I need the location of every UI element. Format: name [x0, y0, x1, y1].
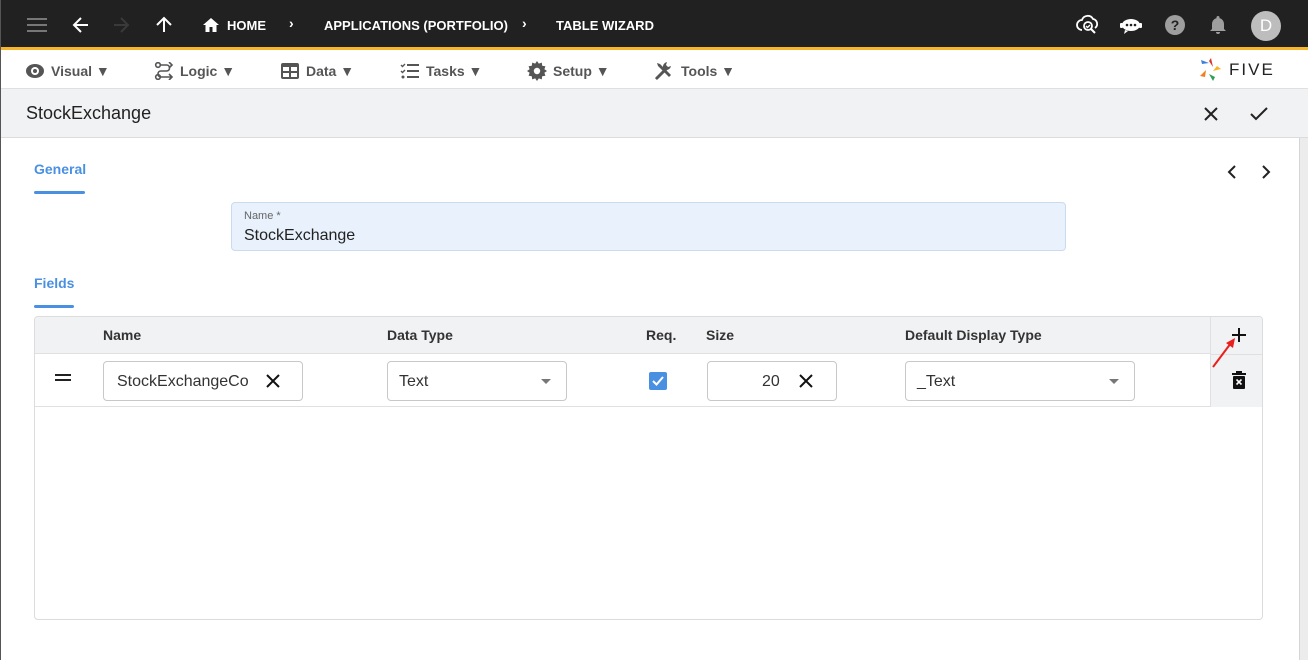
column-header-name: Name [103, 327, 142, 343]
menu-tools[interactable]: Tools ▼ [655, 61, 735, 81]
column-header-default-display-type: Default Display Type [905, 327, 1042, 343]
cloud-search-icon[interactable] [1076, 13, 1100, 37]
dropdown-caret-icon [1109, 379, 1119, 384]
default-display-type-value: _Text [917, 373, 956, 390]
back-arrow-icon[interactable] [69, 13, 93, 37]
menu-tasks-label: Tasks ▼ [426, 63, 483, 79]
breadcrumb-home[interactable]: HOME [227, 18, 266, 33]
svg-text:?: ? [1171, 17, 1180, 33]
drag-handle-icon[interactable] [55, 374, 71, 384]
default-display-type-select[interactable]: _Text [905, 361, 1135, 401]
tab-general-indicator [34, 191, 85, 194]
clear-icon[interactable] [797, 372, 815, 390]
app-bar: HOME › APPLICATIONS (PORTFOLIO) › TABLE … [1, 0, 1308, 50]
menu-logic[interactable]: Logic ▼ [154, 61, 235, 81]
menu-tasks[interactable]: Tasks ▼ [400, 61, 482, 81]
dropdown-caret-icon [541, 379, 551, 384]
logic-flow-icon [154, 62, 174, 80]
field-name-input[interactable]: StockExchangeCo [103, 361, 303, 401]
gear-icon [527, 61, 547, 81]
table-header: Name Data Type Req. Size Default Display… [35, 317, 1262, 354]
name-field[interactable]: Name * [231, 202, 1066, 251]
menu-logic-label: Logic ▼ [180, 63, 236, 79]
data-type-select[interactable]: Text [387, 361, 567, 401]
menu-setup[interactable]: Setup ▼ [527, 61, 610, 81]
close-icon [1204, 107, 1218, 121]
save-button[interactable] [1247, 102, 1271, 126]
table-row: StockExchangeCo Text 20 _Text [35, 354, 1262, 407]
five-logo: FIVE [1199, 56, 1275, 84]
column-header-data-type: Data Type [387, 327, 453, 343]
table-grid-icon [281, 63, 299, 79]
checklist-icon [400, 63, 419, 79]
delete-field-button[interactable] [1232, 371, 1246, 389]
add-field-button[interactable] [1231, 327, 1247, 343]
fields-table: Name Data Type Req. Size Default Display… [34, 316, 1263, 620]
breadcrumb-applications[interactable]: APPLICATIONS (PORTFOLIO) [324, 18, 508, 33]
size-input[interactable]: 20 [707, 361, 837, 401]
name-field-label: Name * [244, 210, 281, 222]
five-star-logo-icon [1200, 58, 1221, 81]
menu-data[interactable]: Data ▼ [280, 61, 354, 81]
column-header-size: Size [706, 327, 735, 343]
eye-icon [26, 64, 44, 78]
cancel-button[interactable] [1199, 102, 1223, 126]
chatbot-icon[interactable] [1119, 13, 1143, 37]
menu-bar: Visual ▼ Logic ▼ Data ▼ Tasks ▼ Setup ▼ … [1, 53, 1308, 89]
tab-general[interactable]: General [34, 161, 86, 177]
check-icon [652, 376, 664, 386]
row-actions-column [1210, 317, 1262, 407]
field-name-value: StockExchangeCo [117, 373, 249, 390]
breadcrumb-separator: › [522, 15, 527, 31]
home-icon[interactable] [199, 13, 223, 37]
menu-setup-label: Setup ▼ [553, 63, 610, 79]
divider [1211, 354, 1262, 355]
avatar[interactable]: D [1251, 11, 1281, 41]
chevron-right-icon [1262, 165, 1271, 179]
tab-fields[interactable]: Fields [34, 275, 74, 291]
breadcrumb-table-wizard[interactable]: TABLE WIZARD [556, 18, 654, 33]
menu-tools-label: Tools ▼ [681, 63, 736, 79]
menu-icon[interactable] [25, 13, 49, 37]
data-type-value: Text [399, 373, 429, 390]
tools-icon [655, 62, 671, 81]
scrollbar[interactable] [1299, 138, 1308, 660]
required-checkbox[interactable] [649, 372, 667, 390]
column-header-required: Req. [646, 327, 677, 343]
notification-bell-icon[interactable] [1206, 13, 1230, 37]
menu-visual[interactable]: Visual ▼ [25, 61, 110, 81]
clear-icon[interactable] [264, 372, 282, 390]
form-title-bar: StockExchange [1, 89, 1308, 138]
logo-text: FIVE [1229, 60, 1275, 79]
up-arrow-icon[interactable] [152, 13, 176, 37]
menu-visual-label: Visual ▼ [51, 63, 110, 79]
tab-fields-indicator [34, 305, 74, 308]
check-icon [1250, 107, 1268, 121]
name-input[interactable] [244, 227, 1044, 245]
help-icon[interactable]: ? [1163, 13, 1187, 37]
next-button[interactable] [1256, 162, 1276, 182]
size-value: 20 [762, 373, 780, 390]
breadcrumb-separator: › [289, 15, 294, 31]
forward-arrow-icon[interactable] [109, 13, 133, 37]
previous-button[interactable] [1222, 162, 1242, 182]
menu-data-label: Data ▼ [306, 63, 355, 79]
page-title: StockExchange [26, 103, 152, 123]
chevron-left-icon [1227, 165, 1236, 179]
